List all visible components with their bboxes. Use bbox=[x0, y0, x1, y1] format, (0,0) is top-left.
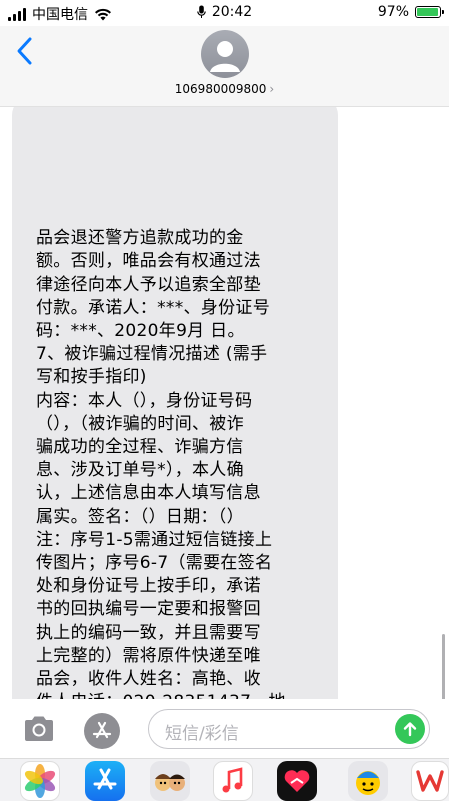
message-line: 息、涉及订单号*），本人确 bbox=[36, 460, 244, 481]
conversation-header: 106980009800 › bbox=[0, 26, 449, 107]
heart-app-icon[interactable] bbox=[277, 761, 317, 801]
clock: 20:42 bbox=[211, 4, 253, 20]
message-line: （），（被诈骗的时间、被诈 bbox=[36, 413, 244, 434]
message-bubble[interactable]: 品会退还警方追款成功的金 额。否则，唯品会有权通过法 律途径向本人予以追索全部垫 付款… bbox=[12, 107, 338, 699]
message-line: 属实。签名：（）日期：（） bbox=[36, 506, 244, 527]
message-line: 骗成功的全过程、诈骗方信 bbox=[36, 436, 244, 457]
message-line: 书的回执编号一定要和报警回 bbox=[36, 599, 261, 620]
arrow-up-icon bbox=[403, 722, 417, 737]
sticker-app-icon[interactable] bbox=[348, 761, 388, 801]
chevron-right-icon: › bbox=[269, 82, 275, 96]
wps-icon[interactable] bbox=[411, 761, 449, 801]
message-input[interactable]: 短信/彩信 bbox=[148, 709, 430, 749]
send-button[interactable] bbox=[395, 714, 425, 744]
message-line: 码：***、2020年9月 日。 bbox=[36, 320, 245, 341]
music-icon[interactable] bbox=[213, 761, 253, 801]
memoji-icon[interactable] bbox=[150, 761, 190, 801]
app-store-button[interactable] bbox=[84, 713, 120, 749]
message-line: 件人电话：020-28351437、地 bbox=[36, 691, 328, 699]
contact-name[interactable]: 106980009800 › bbox=[0, 82, 449, 96]
person-icon bbox=[210, 41, 240, 72]
message-line: 上完整的）需将原件快递至唯 bbox=[36, 645, 261, 666]
battery-percent: 97% bbox=[377, 4, 409, 20]
status-right: 97% bbox=[377, 4, 444, 20]
message-line: 写和按手指印) bbox=[36, 367, 147, 388]
message-line: 处和身份证号上按手印，承诺 bbox=[36, 576, 261, 597]
app-tray bbox=[0, 758, 449, 801]
message-line: 付款。承诺人：***、身份证号 bbox=[36, 297, 270, 318]
message-line: 认，上述信息由本人填写信息 bbox=[36, 483, 261, 504]
message-line: 执上的编码一致，并且需要写 bbox=[36, 622, 261, 643]
message-line: 额。否则，唯品会有权通过法 bbox=[36, 251, 261, 272]
contact-number: 106980009800 bbox=[174, 82, 267, 96]
photos-icon[interactable] bbox=[20, 761, 60, 801]
status-bar: 中国电信 20:42 97% bbox=[0, 0, 449, 26]
microphone-icon bbox=[197, 5, 206, 18]
contact-avatar[interactable] bbox=[201, 30, 249, 78]
message-text: 品会退还警方追款成功的金 额。否则，唯品会有权通过法 律途径向本人予以追索全部垫 付款… bbox=[36, 227, 328, 699]
app-store-icon[interactable] bbox=[85, 761, 125, 801]
input-placeholder: 短信/彩信 bbox=[165, 724, 239, 744]
input-bar: 短信/彩信 bbox=[0, 700, 449, 758]
message-list[interactable]: 品会退还警方追款成功的金 额。否则，唯品会有权通过法 律途径向本人予以追索全部垫 付款… bbox=[0, 107, 449, 699]
chevron-left-icon[interactable] bbox=[14, 36, 36, 66]
message-line: 内容：本人（），身份证号码 bbox=[36, 390, 253, 411]
app-store-icon bbox=[92, 721, 112, 739]
message-line: 传图片；序号6-7（需要在签名 bbox=[36, 552, 273, 573]
battery-fill bbox=[417, 8, 439, 16]
message-line: 品会退还警方追款成功的金 bbox=[36, 228, 244, 249]
scrollbar[interactable] bbox=[442, 634, 445, 699]
message-line: 品会，收件人姓名：高艳、收 bbox=[36, 668, 261, 689]
battery-icon bbox=[415, 6, 444, 18]
message-line: 7、被诈骗过程情况描述 (需手 bbox=[36, 344, 268, 365]
message-line: 注：序号1-5需通过短信链接上 bbox=[36, 529, 273, 550]
camera-icon[interactable] bbox=[22, 714, 56, 744]
message-line: 律途径向本人予以追索全部垫 bbox=[36, 274, 261, 295]
